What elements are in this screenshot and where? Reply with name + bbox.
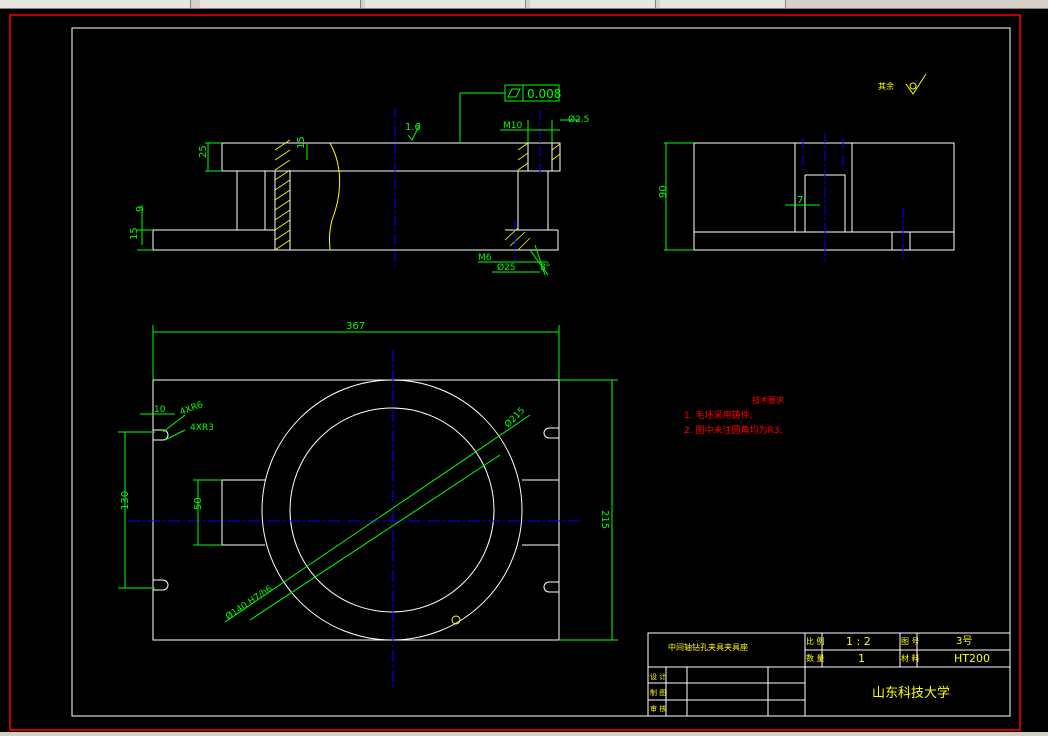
dim-9: 9 (135, 206, 146, 212)
inner-bore (289, 407, 495, 613)
part-name: 中间轴钻孔夹具夹具座 (668, 642, 748, 652)
slot-tr (543, 427, 559, 439)
roughness-rest: 其余 (878, 73, 927, 95)
dim-15-top: 15 (296, 136, 307, 149)
dim-phi25: Ø25 (497, 262, 516, 273)
reviewer-label: 审 核 (650, 704, 666, 713)
school-name: 山东科技大学 (872, 685, 950, 701)
dim-215: 215 (599, 510, 610, 529)
side-centerlines (802, 133, 904, 262)
drawing-frame (71, 27, 1011, 717)
drafter-label: 制 图 (650, 688, 666, 697)
flatness-value: 0.008 (527, 87, 561, 101)
front-base (152, 230, 559, 251)
dim-4xr6: 4XR6 (179, 400, 205, 418)
front-view (152, 142, 561, 251)
front-dim-text: 25 15 9 15 0.008 1.6 M10 Ø2.5 M6 Ø25 8° (129, 87, 589, 273)
note-item-1: 1. 毛坯采用铸件; (684, 409, 752, 421)
roughness-16: 1.6 (405, 122, 421, 133)
dim-4xr3: 4XR3 (190, 423, 214, 433)
title-block-text: 中间轴钻孔夹具夹具座 比 例 1 : 2 图 号 3号 数 量 1 材 料 HT… (650, 635, 990, 713)
note-item-2: 2. 图中未注圆角均为R3; (684, 424, 782, 436)
top-outline (152, 379, 560, 641)
thread-m10: M10 (503, 121, 522, 131)
material-value: HT200 (954, 652, 990, 665)
drawing-no-label: 图 号 (901, 637, 920, 646)
scale-value: 1 : 2 (846, 635, 871, 648)
front-casting-curve (329, 142, 341, 251)
roughness-rest-label: 其余 (878, 81, 894, 91)
designer-label: 设 计 (650, 672, 666, 681)
side-view (693, 142, 955, 251)
slot-br (543, 581, 559, 593)
side-outline (693, 142, 955, 251)
side-dim-text: 90 7 (658, 185, 803, 206)
dim-15-bottom: 15 (129, 227, 140, 240)
angle-label: 8° (540, 263, 550, 273)
thread-m6: M6 (478, 253, 492, 263)
dim-367: 367 (346, 321, 365, 332)
cad-drawing: 25 15 9 15 0.008 1.6 M10 Ø2.5 M6 Ø25 8° … (9, 14, 1021, 731)
toolbar-segment[interactable] (0, 0, 191, 8)
front-hatching (274, 139, 561, 251)
dim-phi140: Ø140 H7/h6 (224, 583, 275, 623)
quantity-label: 数 量 (806, 653, 825, 663)
material-label: 材 料 (901, 653, 920, 663)
top-view (152, 379, 560, 641)
outer-circle (261, 379, 523, 641)
technical-notes: 技术要求 1. 毛坯采用铸件; 2. 图中未注圆角均为R3; (684, 395, 784, 436)
dim-10: 10 (154, 405, 166, 415)
top-dim-text: 367 215 130 50 10 4XR6 4XR3 Ø215 Ø140 H7… (120, 321, 610, 622)
dim-90: 90 (658, 185, 669, 198)
dim-phi215: Ø215 (502, 405, 527, 430)
toolbar-segment[interactable] (660, 0, 786, 8)
dim-130: 130 (120, 491, 131, 510)
slot-bl (153, 579, 169, 591)
toolbar-segment[interactable] (530, 0, 656, 8)
dim-7: 7 (797, 195, 803, 206)
quantity-value: 1 (858, 652, 865, 665)
scale-label: 比 例 (806, 636, 825, 646)
toolbar-segment[interactable] (365, 0, 526, 8)
notes-title: 技术要求 (752, 395, 784, 405)
dim-50: 50 (193, 497, 204, 510)
front-top-plate (221, 142, 561, 172)
top-dimensions (118, 325, 618, 641)
front-dimensions (137, 84, 580, 276)
slot-tl (153, 429, 169, 441)
dim-25: 25 (198, 145, 209, 158)
dim-phi2-5: Ø2.5 (568, 114, 589, 125)
toolbar-segment[interactable] (200, 0, 361, 8)
drawing-no-value: 3号 (956, 635, 972, 647)
status-strip (0, 732, 1048, 736)
